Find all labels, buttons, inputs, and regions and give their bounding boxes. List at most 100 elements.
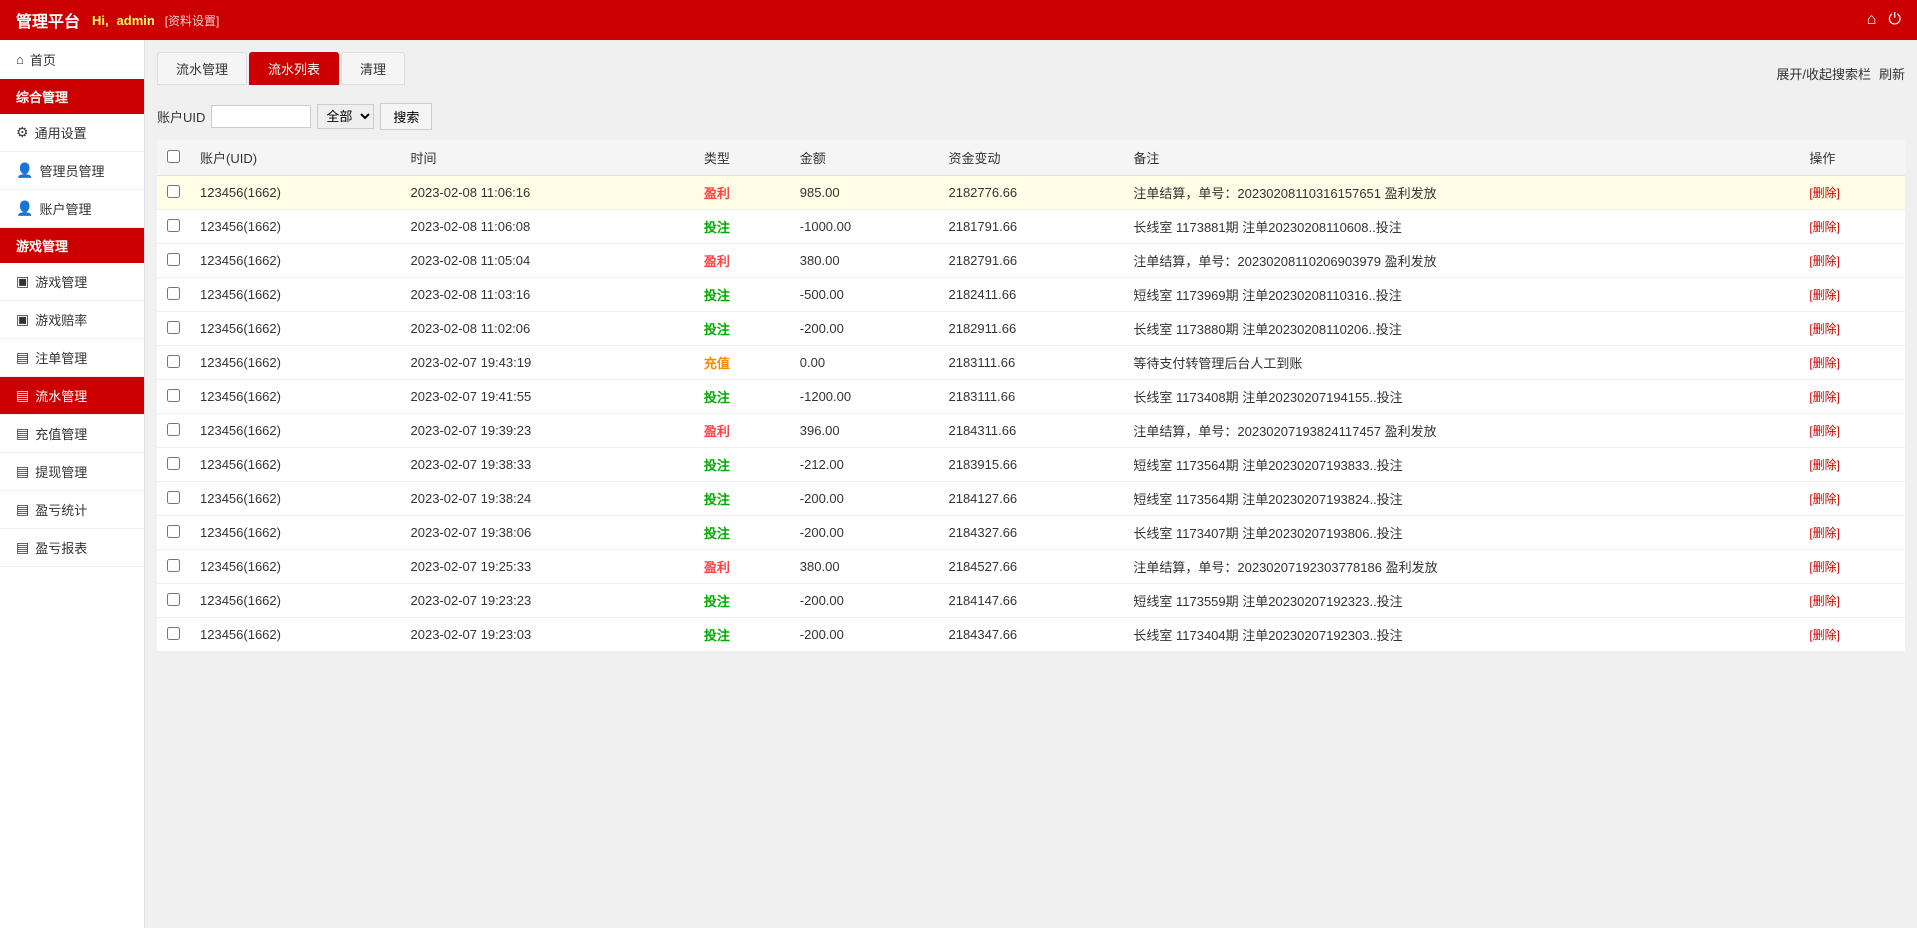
sidebar-item-general-settings[interactable]: ⚙ 通用设置 — [0, 114, 144, 152]
delete-button[interactable]: [删除] — [1809, 356, 1840, 370]
cell-uid: 123456(1662) — [190, 210, 401, 244]
cell-type: 盈利 — [694, 550, 790, 584]
row-checkbox[interactable] — [167, 525, 180, 538]
delete-button[interactable]: [删除] — [1809, 254, 1840, 268]
home-icon[interactable]: ⌂ — [1867, 11, 1877, 29]
tab-flow-manage[interactable]: 流水管理 — [157, 52, 247, 85]
row-checkbox[interactable] — [167, 627, 180, 640]
cell-uid: 123456(1662) — [190, 584, 401, 618]
sidebar-item-profit-stats[interactable]: ▤ 盈亏统计 — [0, 491, 144, 529]
row-checkbox[interactable] — [167, 457, 180, 470]
uid-input[interactable] — [211, 105, 311, 128]
row-checkbox[interactable] — [167, 253, 180, 266]
sidebar-item-admin-manage[interactable]: 👤 管理员管理 — [0, 152, 144, 190]
profile-link[interactable]: [资料设置] — [165, 14, 220, 28]
game-icon: ▣ — [16, 273, 29, 290]
cell-balance: 2183915.66 — [938, 448, 1123, 482]
cell-action: [删除] — [1799, 312, 1905, 346]
sidebar-label: 游戏管理 — [35, 272, 87, 291]
tab-flow-list[interactable]: 流水列表 — [249, 52, 339, 85]
delete-button[interactable]: [删除] — [1809, 220, 1840, 234]
table-row: 123456(1662) 2023-02-08 11:06:16 盈利 985.… — [157, 176, 1905, 210]
cell-time: 2023-02-07 19:39:23 — [401, 414, 694, 448]
delete-button[interactable]: [删除] — [1809, 628, 1840, 642]
delete-button[interactable]: [删除] — [1809, 492, 1840, 506]
power-icon[interactable]: ⏻ — [1888, 11, 1901, 29]
row-checkbox[interactable] — [167, 355, 180, 368]
cell-action: [删除] — [1799, 414, 1905, 448]
row-checkbox[interactable] — [167, 593, 180, 606]
row-checkbox[interactable] — [167, 423, 180, 436]
sidebar-section-game: 游戏管理 — [0, 228, 144, 263]
greeting-text: Hi, — [92, 13, 109, 28]
delete-button[interactable]: [删除] — [1809, 390, 1840, 404]
cell-amount: -200.00 — [790, 482, 939, 516]
home-nav-label: 首页 — [30, 50, 56, 69]
sidebar-item-game-manage[interactable]: ▣ 游戏管理 — [0, 263, 144, 301]
cell-action: [删除] — [1799, 448, 1905, 482]
table-row: 123456(1662) 2023-02-07 19:43:19 充值 0.00… — [157, 346, 1905, 380]
row-checkbox[interactable] — [167, 389, 180, 402]
sidebar-label: 充值管理 — [35, 424, 87, 443]
cell-type: 盈利 — [694, 414, 790, 448]
delete-button[interactable]: [删除] — [1809, 560, 1840, 574]
delete-button[interactable]: [删除] — [1809, 458, 1840, 472]
flow-icon: ▤ — [16, 387, 29, 404]
delete-button[interactable]: [删除] — [1809, 288, 1840, 302]
cell-balance: 2182411.66 — [938, 278, 1123, 312]
cell-remark: 长线室 1173404期 注单20230207192303..投注 — [1123, 618, 1799, 652]
row-checkbox[interactable] — [167, 219, 180, 232]
table-row: 123456(1662) 2023-02-08 11:02:06 投注 -200… — [157, 312, 1905, 346]
sidebar-label: 盈亏报表 — [35, 538, 87, 557]
cell-amount: 985.00 — [790, 176, 939, 210]
cell-remark: 长线室 1173881期 注单20230208110608..投注 — [1123, 210, 1799, 244]
cell-uid: 123456(1662) — [190, 482, 401, 516]
topbar: 管理平台 Hi, admin [资料设置] ⌂ ⏻ — [0, 0, 1917, 40]
delete-button[interactable]: [删除] — [1809, 322, 1840, 336]
cell-remark: 长线室 1173407期 注单20230207193806..投注 — [1123, 516, 1799, 550]
refresh-btn[interactable]: 刷新 — [1879, 64, 1905, 83]
sidebar-item-account-manage[interactable]: 👤 账户管理 — [0, 190, 144, 228]
row-checkbox[interactable] — [167, 321, 180, 334]
sidebar-home[interactable]: ⌂ 首页 — [0, 40, 144, 79]
tab-clear[interactable]: 清理 — [341, 52, 405, 85]
sidebar-item-withdraw-manage[interactable]: ▤ 提现管理 — [0, 453, 144, 491]
cell-amount: -200.00 — [790, 516, 939, 550]
cell-balance: 2183111.66 — [938, 346, 1123, 380]
delete-button[interactable]: [删除] — [1809, 594, 1840, 608]
cell-amount: 396.00 — [790, 414, 939, 448]
cell-time: 2023-02-07 19:23:23 — [401, 584, 694, 618]
row-checkbox-cell — [157, 380, 190, 414]
sidebar-item-game-odds[interactable]: ▣ 游戏赔率 — [0, 301, 144, 339]
cell-remark: 短线室 1173564期 注单20230207193833..投注 — [1123, 448, 1799, 482]
sidebar-item-order-manage[interactable]: ▤ 注单管理 — [0, 339, 144, 377]
topbar-left: 管理平台 Hi, admin [资料设置] — [16, 8, 219, 32]
sidebar-item-profit-report[interactable]: ▤ 盈亏报表 — [0, 529, 144, 567]
row-checkbox[interactable] — [167, 559, 180, 572]
delete-button[interactable]: [删除] — [1809, 186, 1840, 200]
cell-type: 投注 — [694, 516, 790, 550]
topbar-right: ⌂ ⏻ — [1867, 11, 1901, 29]
search-button[interactable]: 搜索 — [380, 103, 432, 130]
cell-uid: 123456(1662) — [190, 278, 401, 312]
table-row: 123456(1662) 2023-02-07 19:38:06 投注 -200… — [157, 516, 1905, 550]
report-icon: ▤ — [16, 539, 29, 556]
row-checkbox[interactable] — [167, 491, 180, 504]
cell-amount: -1000.00 — [790, 210, 939, 244]
account-icon: 👤 — [16, 200, 33, 217]
cell-action: [删除] — [1799, 346, 1905, 380]
sidebar-item-recharge-manage[interactable]: ▤ 充值管理 — [0, 415, 144, 453]
row-checkbox[interactable] — [167, 185, 180, 198]
sidebar-item-flow-manage[interactable]: ▤ 流水管理 — [0, 377, 144, 415]
delete-button[interactable]: [删除] — [1809, 424, 1840, 438]
row-checkbox[interactable] — [167, 287, 180, 300]
cell-remark: 等待支付转管理后台人工到账 — [1123, 346, 1799, 380]
type-select[interactable]: 全部 投注 盈利 充值 — [317, 104, 374, 129]
cell-time: 2023-02-07 19:41:55 — [401, 380, 694, 414]
delete-button[interactable]: [删除] — [1809, 526, 1840, 540]
th-amount: 金额 — [790, 140, 939, 176]
select-all-checkbox[interactable] — [167, 150, 180, 163]
th-checkbox — [157, 140, 190, 176]
row-checkbox-cell — [157, 550, 190, 584]
expand-search-btn[interactable]: 展开/收起搜索栏 — [1776, 64, 1871, 83]
